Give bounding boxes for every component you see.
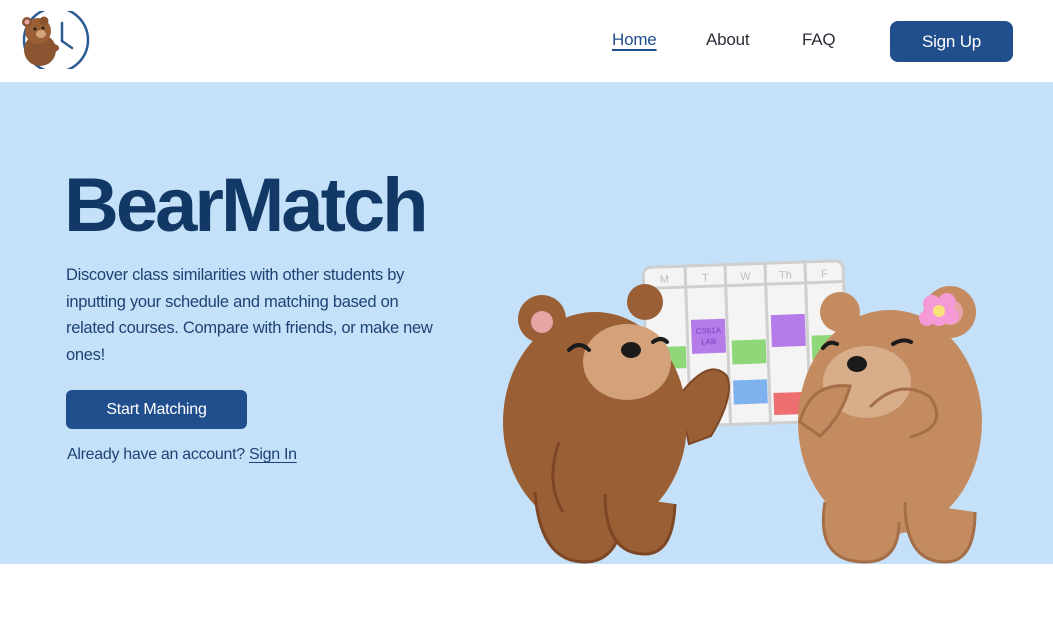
bears-with-schedule-illustration: M T W Th F CS61A LAB <box>495 172 995 572</box>
calendar-event-label: CS61A <box>695 326 721 336</box>
navbar: Home About FAQ Sign Up <box>0 0 1053 82</box>
hero-description: Discover class similarities with other s… <box>66 266 433 364</box>
calendar-event-label: LAB <box>701 337 716 347</box>
hero-section: BearMatch Discover class similarities wi… <box>0 82 1053 564</box>
calendar-day-label: Th <box>779 269 792 281</box>
account-prompt-text: Already have an account? <box>67 446 245 463</box>
hero-title: BearMatch <box>64 163 429 248</box>
signin-prompt: Already have an account? Sign In <box>67 446 297 464</box>
calendar-day-label: M <box>660 274 670 286</box>
nav-link-about[interactable]: About <box>706 30 750 50</box>
bear-clock-logo-icon[interactable] <box>20 6 92 74</box>
start-matching-button[interactable]: Start Matching <box>66 390 247 429</box>
sign-in-link[interactable]: Sign In <box>249 446 297 463</box>
sign-up-button[interactable]: Sign Up <box>890 21 1013 62</box>
pink-flower-icon <box>919 293 959 326</box>
calendar-day-label: T <box>702 272 709 284</box>
nav-link-faq[interactable]: FAQ <box>802 30 836 50</box>
calendar-day-label: F <box>821 268 828 280</box>
nav-link-home[interactable]: Home <box>612 30 657 50</box>
calendar-day-label: W <box>740 271 751 283</box>
